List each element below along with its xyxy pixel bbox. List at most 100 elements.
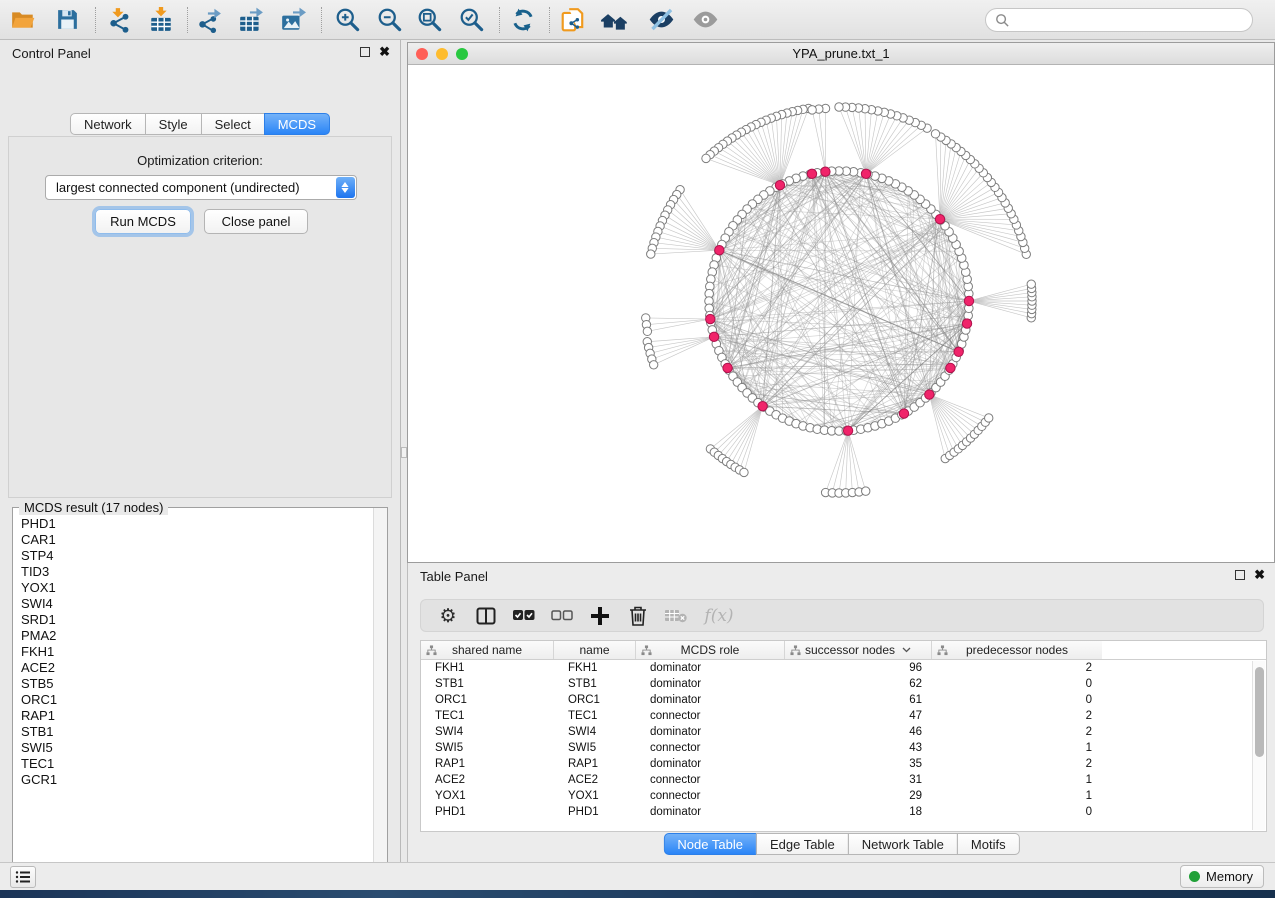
network-hub-node[interactable] — [925, 390, 934, 399]
network-node[interactable] — [931, 130, 939, 138]
result-list-item[interactable]: STB5 — [14, 676, 372, 692]
column-header-name[interactable]: name — [554, 641, 636, 659]
show-all-icon[interactable] — [688, 2, 722, 38]
result-list-item[interactable]: ORC1 — [14, 692, 372, 708]
network-node[interactable] — [740, 468, 748, 476]
float-window-icon[interactable] — [360, 47, 370, 57]
add-row-icon[interactable] — [585, 603, 615, 629]
network-hub-node[interactable] — [843, 426, 852, 435]
network-node[interactable] — [985, 414, 993, 422]
table-row[interactable]: RAP1RAP1dominator352 — [421, 756, 1266, 772]
network-node[interactable] — [808, 106, 816, 114]
table-row[interactable]: ACE2ACE2connector311 — [421, 772, 1266, 788]
table-row[interactable]: STB1STB1dominator620 — [421, 676, 1266, 692]
network-hub-node[interactable] — [954, 347, 963, 356]
table-row[interactable]: FKH1FKH1dominator962 — [421, 660, 1266, 676]
table-row[interactable]: PHD1PHD1dominator180 — [421, 804, 1266, 820]
export-image-icon[interactable] — [276, 2, 310, 38]
column-header-shared-name[interactable]: shared name — [421, 641, 554, 659]
column-header-successor-nodes[interactable]: successor nodes — [785, 641, 932, 659]
network-hub-node[interactable] — [758, 401, 767, 410]
refresh-icon[interactable] — [506, 2, 540, 38]
network-graph-canvas[interactable] — [408, 65, 1274, 562]
settings-gear-icon[interactable]: ⚙ — [433, 603, 463, 629]
show-panels-icon[interactable] — [10, 866, 36, 888]
result-list-item[interactable]: SWI4 — [14, 596, 372, 612]
result-list-item[interactable]: FKH1 — [14, 644, 372, 660]
table-row[interactable]: SWI5SWI5connector431 — [421, 740, 1266, 756]
result-list-item[interactable]: STP4 — [14, 548, 372, 564]
tab-motifs[interactable]: Motifs — [957, 833, 1020, 855]
network-hub-node[interactable] — [964, 296, 973, 305]
result-list-item[interactable]: SWI5 — [14, 740, 372, 756]
result-list-item[interactable]: YOX1 — [14, 580, 372, 596]
result-list-item[interactable]: STB1 — [14, 724, 372, 740]
network-hub-node[interactable] — [935, 214, 944, 223]
network-node[interactable] — [862, 487, 870, 495]
zoom-out-icon[interactable] — [372, 2, 406, 38]
close-icon[interactable]: ✖ — [379, 47, 390, 57]
result-scrollbar[interactable] — [373, 508, 387, 877]
close-panel-button[interactable]: Close panel — [204, 209, 308, 234]
table-row[interactable]: SWI4SWI4dominator462 — [421, 724, 1266, 740]
function-builder-icon[interactable]: f(x) — [699, 603, 739, 629]
result-list-item[interactable]: TID3 — [14, 564, 372, 580]
network-hub-node[interactable] — [962, 319, 971, 328]
open-icon[interactable] — [6, 2, 40, 38]
column-header-mcds-role[interactable]: MCDS role — [636, 641, 785, 659]
table-row[interactable]: ORC1ORC1dominator610 — [421, 692, 1266, 708]
result-list-item[interactable]: PHD1 — [14, 516, 372, 532]
first-neighbors-icon[interactable] — [598, 2, 632, 38]
tab-network[interactable]: Network — [70, 113, 146, 135]
memory-button[interactable]: Memory — [1180, 865, 1264, 888]
result-list-item[interactable]: ACE2 — [14, 660, 372, 676]
network-hub-node[interactable] — [775, 180, 784, 189]
import-table-icon[interactable] — [144, 2, 178, 38]
tab-mcds[interactable]: MCDS — [264, 113, 330, 135]
network-node[interactable] — [649, 361, 657, 369]
network-node[interactable] — [1027, 280, 1035, 288]
tab-select[interactable]: Select — [201, 113, 265, 135]
network-node[interactable] — [702, 154, 710, 162]
delete-table-icon[interactable] — [661, 603, 691, 629]
tab-node-table[interactable]: Node Table — [663, 833, 757, 855]
result-list-item[interactable]: GCR1 — [14, 772, 372, 788]
search-field[interactable] — [985, 8, 1253, 32]
network-hub-node[interactable] — [861, 169, 870, 178]
result-list-item[interactable]: CAR1 — [14, 532, 372, 548]
show-columns-icon[interactable] — [471, 603, 501, 629]
network-node[interactable] — [647, 250, 655, 258]
hide-selected-icon[interactable] — [644, 2, 678, 38]
zoom-selected-icon[interactable] — [454, 2, 488, 38]
result-list-item[interactable]: SRD1 — [14, 612, 372, 628]
network-hub-node[interactable] — [807, 169, 816, 178]
criterion-dropdown[interactable]: largest connected component (undirected) — [45, 175, 357, 200]
network-node[interactable] — [835, 103, 843, 111]
search-input[interactable] — [1015, 10, 1252, 30]
table-row[interactable]: YOX1YOX1connector291 — [421, 788, 1266, 804]
result-list-item[interactable]: PMA2 — [14, 628, 372, 644]
network-hub-node[interactable] — [715, 246, 724, 255]
network-hub-node[interactable] — [723, 363, 732, 372]
result-list-item[interactable]: RAP1 — [14, 708, 372, 724]
save-icon[interactable] — [50, 2, 84, 38]
close-icon[interactable]: ✖ — [1254, 570, 1265, 580]
zoom-in-icon[interactable] — [330, 2, 364, 38]
network-hub-node[interactable] — [821, 167, 830, 176]
network-hub-node[interactable] — [899, 409, 908, 418]
float-window-icon[interactable] — [1235, 570, 1245, 580]
tab-style[interactable]: Style — [145, 113, 202, 135]
duplicate-network-icon[interactable] — [556, 2, 590, 38]
zoom-fit-icon[interactable] — [412, 2, 446, 38]
export-table-icon[interactable] — [234, 2, 268, 38]
run-mcds-button[interactable]: Run MCDS — [95, 209, 191, 234]
network-titlebar[interactable]: YPA_prune.txt_1 — [408, 43, 1274, 65]
table-row[interactable]: TEC1TEC1connector472 — [421, 708, 1266, 724]
export-network-icon[interactable] — [192, 2, 226, 38]
column-header-predecessor-nodes[interactable]: predecessor nodes — [932, 641, 1102, 659]
deselect-all-icon[interactable] — [547, 603, 577, 629]
network-hub-node[interactable] — [946, 363, 955, 372]
table-scrollbar[interactable] — [1252, 661, 1265, 830]
result-list-item[interactable]: TEC1 — [14, 756, 372, 772]
import-network-icon[interactable] — [102, 2, 136, 38]
